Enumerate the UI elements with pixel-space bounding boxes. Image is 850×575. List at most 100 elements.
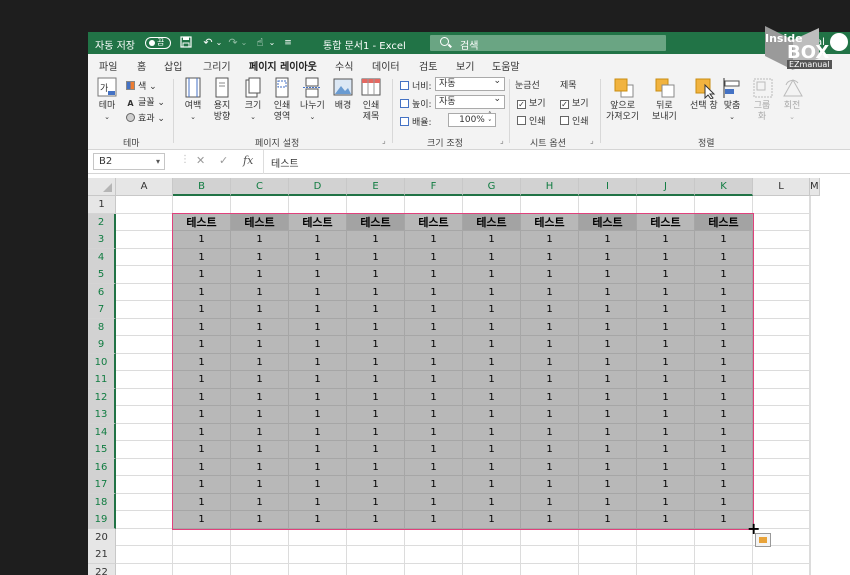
cell-a3[interactable] — [116, 231, 173, 249]
cell-j14[interactable]: 1 — [637, 423, 695, 441]
cell-e14[interactable]: 1 — [347, 423, 405, 441]
row-header-12[interactable]: 12 — [88, 388, 116, 407]
cell-g7[interactable]: 1 — [463, 301, 521, 319]
row-header-1[interactable]: 1 — [88, 196, 116, 214]
undo-dropdown-icon[interactable]: ⌄ — [212, 36, 226, 50]
tab-file[interactable]: 파일 — [99, 58, 117, 73]
cell-c21[interactable] — [231, 546, 289, 564]
row-header-4[interactable]: 4 — [88, 248, 116, 267]
cell-b12[interactable]: 1 — [173, 388, 231, 406]
cell-m2[interactable] — [810, 213, 811, 231]
cell-f10[interactable]: 1 — [405, 353, 463, 371]
cell-l12[interactable] — [753, 388, 810, 406]
breaks-button[interactable]: 나누기 ⌄ — [300, 77, 325, 123]
cell-i12[interactable]: 1 — [579, 388, 637, 406]
cell-a13[interactable] — [116, 406, 173, 424]
cell-a21[interactable] — [116, 546, 173, 564]
cell-e22[interactable] — [347, 563, 405, 575]
cell-h1[interactable] — [521, 196, 579, 214]
cell-j21[interactable] — [637, 546, 695, 564]
cell-c5[interactable]: 1 — [231, 266, 289, 284]
cell-l3[interactable] — [753, 231, 810, 249]
cell-h7[interactable]: 1 — [521, 301, 579, 319]
cell-c4[interactable]: 1 — [231, 248, 289, 266]
cell-m4[interactable] — [810, 248, 811, 266]
row-header-9[interactable]: 9 — [88, 336, 116, 354]
cell-c2[interactable]: 테스트 — [231, 213, 289, 231]
row-header-21[interactable]: 21 — [88, 546, 116, 564]
cell-e20[interactable] — [347, 528, 405, 546]
column-header-m[interactable]: M — [810, 178, 820, 196]
cell-m21[interactable] — [810, 546, 811, 564]
cell-k6[interactable]: 1 — [695, 283, 753, 301]
effects-button[interactable]: 효과 ⌄ — [126, 111, 165, 124]
cell-j6[interactable]: 1 — [637, 283, 695, 301]
cell-e9[interactable]: 1 — [347, 336, 405, 354]
cell-e21[interactable] — [347, 546, 405, 564]
cell-l6[interactable] — [753, 283, 810, 301]
cell-b8[interactable]: 1 — [173, 318, 231, 336]
cell-l1[interactable] — [753, 196, 810, 214]
cell-c19[interactable]: 1 — [231, 511, 289, 529]
touch-dropdown-icon[interactable]: ⌄ — [265, 36, 279, 50]
cell-e1[interactable] — [347, 196, 405, 214]
cell-d3[interactable]: 1 — [289, 231, 347, 249]
cell-h4[interactable]: 1 — [521, 248, 579, 266]
cell-i10[interactable]: 1 — [579, 353, 637, 371]
cell-l21[interactable] — [753, 546, 810, 564]
cell-m9[interactable] — [810, 336, 811, 354]
cell-i13[interactable]: 1 — [579, 406, 637, 424]
row-header-16[interactable]: 16 — [88, 458, 116, 477]
cell-e16[interactable]: 1 — [347, 458, 405, 476]
cell-m12[interactable] — [810, 388, 811, 406]
cell-f11[interactable]: 1 — [405, 371, 463, 389]
cell-d5[interactable]: 1 — [289, 266, 347, 284]
cell-h9[interactable]: 1 — [521, 336, 579, 354]
cell-d13[interactable]: 1 — [289, 406, 347, 424]
cell-l13[interactable] — [753, 406, 810, 424]
cell-m5[interactable] — [810, 266, 811, 284]
cell-e17[interactable]: 1 — [347, 476, 405, 494]
cell-l17[interactable] — [753, 476, 810, 494]
page-setup-launcher-icon[interactable]: ⌟ — [382, 136, 386, 145]
cell-a6[interactable] — [116, 283, 173, 301]
cell-e5[interactable]: 1 — [347, 266, 405, 284]
cell-f19[interactable]: 1 — [405, 511, 463, 529]
cell-a20[interactable] — [116, 528, 173, 546]
cell-l15[interactable] — [753, 441, 810, 459]
row-header-13[interactable]: 13 — [88, 406, 116, 424]
colors-button[interactable]: 색 ⌄ — [126, 79, 157, 92]
tab-data[interactable]: 데이터 — [372, 58, 400, 73]
cell-j20[interactable] — [637, 528, 695, 546]
cell-b5[interactable]: 1 — [173, 266, 231, 284]
row-header-5[interactable]: 5 — [88, 266, 116, 284]
row-header-6[interactable]: 6 — [88, 283, 116, 302]
cell-a15[interactable] — [116, 441, 173, 459]
enter-icon[interactable]: ✓ — [219, 154, 228, 167]
cell-f17[interactable]: 1 — [405, 476, 463, 494]
cell-c20[interactable] — [231, 528, 289, 546]
cell-g22[interactable] — [463, 563, 521, 575]
cell-i1[interactable] — [579, 196, 637, 214]
cell-f8[interactable]: 1 — [405, 318, 463, 336]
cell-g3[interactable]: 1 — [463, 231, 521, 249]
cell-i7[interactable]: 1 — [579, 301, 637, 319]
cell-k15[interactable]: 1 — [695, 441, 753, 459]
cell-j2[interactable]: 테스트 — [637, 213, 695, 231]
cell-d9[interactable]: 1 — [289, 336, 347, 354]
size-button[interactable]: 크기 ⌄ — [243, 77, 263, 123]
cell-g12[interactable]: 1 — [463, 388, 521, 406]
cell-h17[interactable]: 1 — [521, 476, 579, 494]
headings-print-checkbox[interactable]: 인쇄 — [560, 114, 589, 127]
row-header-8[interactable]: 8 — [88, 318, 116, 337]
sheet-options-launcher-icon[interactable]: ⌟ — [590, 136, 594, 145]
cell-g20[interactable] — [463, 528, 521, 546]
cell-j15[interactable]: 1 — [637, 441, 695, 459]
cell-d17[interactable]: 1 — [289, 476, 347, 494]
cell-k22[interactable] — [695, 563, 753, 575]
cell-m15[interactable] — [810, 441, 811, 459]
selection-pane-button[interactable]: 선택 창 — [690, 77, 718, 112]
cell-c17[interactable]: 1 — [231, 476, 289, 494]
cell-f22[interactable] — [405, 563, 463, 575]
cell-f12[interactable]: 1 — [405, 388, 463, 406]
